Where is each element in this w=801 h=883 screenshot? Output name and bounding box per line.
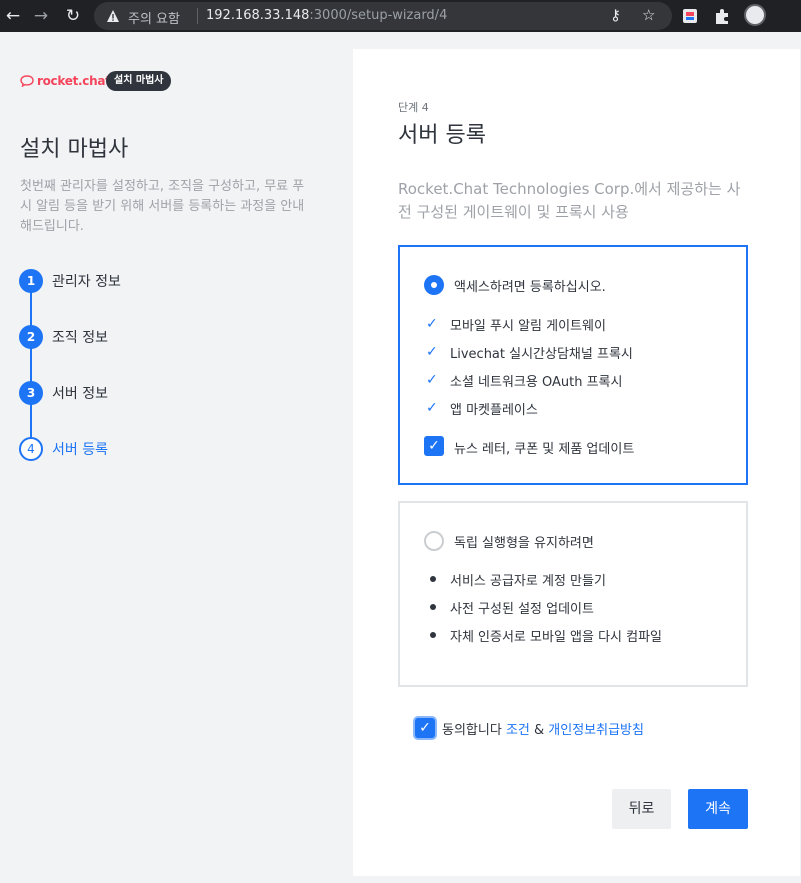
step-2: 2 조직 정보 bbox=[19, 325, 108, 349]
step-number: 1 bbox=[19, 269, 43, 293]
card-subtitle: Rocket.Chat Technologies Corp.에서 제공하는 사전… bbox=[398, 180, 741, 221]
puzzle-extensions-icon[interactable] bbox=[712, 6, 732, 26]
extension-app-icon[interactable] bbox=[680, 6, 700, 26]
warning-icon[interactable] bbox=[106, 9, 120, 23]
agree-text[interactable]: 동의합니다 bbox=[442, 723, 502, 738]
step-label: 서버 등록 bbox=[52, 442, 108, 458]
feature-text: 서비스 공급자로 계정 만들기 bbox=[450, 573, 606, 589]
feature-item: ✓ 앱 마켓플레이스 bbox=[426, 398, 538, 418]
logo-text: rocket.chat bbox=[37, 74, 111, 88]
privacy-policy-link[interactable]: 개인정보취급방침 bbox=[548, 723, 644, 738]
standalone-radio[interactable] bbox=[424, 531, 444, 551]
feature-item: 사전 구성된 설정 업데이트 bbox=[426, 597, 594, 617]
feature-item: 서비스 공급자로 계정 만들기 bbox=[426, 569, 606, 589]
terms-link[interactable]: 조건 bbox=[506, 723, 530, 738]
bookmark-star-icon[interactable]: ☆ bbox=[642, 6, 655, 24]
rocket-chat-logo-icon bbox=[20, 75, 34, 87]
omnibox-divider bbox=[197, 8, 198, 24]
ampersand: & bbox=[534, 723, 545, 738]
forward-arrow-icon[interactable]: → bbox=[30, 5, 52, 27]
security-warning-text[interactable]: 주의 요함 bbox=[128, 8, 180, 27]
step-1: 1 관리자 정보 bbox=[19, 269, 121, 293]
feature-text: 앱 마켓플레이스 bbox=[450, 402, 538, 418]
step-label: 서버 정보 bbox=[52, 386, 108, 402]
newsletter-checkbox[interactable]: ✓ bbox=[424, 436, 444, 456]
check-icon: ✓ bbox=[426, 344, 438, 360]
reload-icon[interactable]: ↻ bbox=[62, 5, 84, 27]
step-label: 관리자 정보 bbox=[52, 274, 121, 290]
step-number: 4 bbox=[19, 437, 43, 461]
feature-item: ✓ Livechat 실시간상담채널 프록시 bbox=[426, 342, 633, 362]
bullet-icon bbox=[426, 632, 442, 638]
rocket-chat-logo: rocket.chat bbox=[20, 72, 111, 90]
page-title: 설치 마법사 bbox=[20, 137, 129, 162]
back-arrow-icon[interactable]: ← bbox=[2, 5, 24, 27]
check-icon: ✓ bbox=[426, 372, 438, 388]
page-description: 첫번째 관리자를 설정하고, 조직을 구성하고, 무료 푸시 알림 등을 받기 … bbox=[20, 179, 305, 234]
url-host: 192.168.33.148 bbox=[206, 8, 310, 23]
standalone-option[interactable]: 독립 실행형을 유지하려면 서비스 공급자로 계정 만들기 사전 구성된 설정 … bbox=[398, 501, 748, 687]
back-button[interactable]: 뒤로 bbox=[612, 789, 671, 829]
feature-text: 모바일 푸시 알림 게이트웨이 bbox=[450, 318, 606, 334]
step-number: 3 bbox=[19, 381, 43, 405]
card-title: 서버 등록 bbox=[398, 123, 486, 148]
step-3: 3 서버 정보 bbox=[19, 381, 108, 405]
feature-item: ✓ 모바일 푸시 알림 게이트웨이 bbox=[426, 314, 606, 334]
profile-avatar[interactable] bbox=[744, 4, 766, 26]
address-bar[interactable]: 주의 요함 192.168.33.148:3000/setup-wizard/4… bbox=[94, 2, 672, 30]
browser-toolbar: ← → ↻ 주의 요함 192.168.33.148:3000/setup-wi… bbox=[0, 0, 801, 32]
feature-text: 자체 인증서로 모바일 앱을 다시 컴파일 bbox=[450, 629, 663, 645]
newsletter-label[interactable]: 뉴스 레터, 쿠폰 및 제품 업데이트 bbox=[454, 438, 634, 457]
step-number: 2 bbox=[19, 325, 43, 349]
register-radio[interactable] bbox=[424, 275, 444, 295]
register-server-card: 단계 4 서버 등록 Rocket.Chat Technologies Corp… bbox=[353, 49, 800, 876]
continue-button[interactable]: 계속 bbox=[688, 789, 748, 829]
step-indicator: 단계 4 bbox=[398, 101, 429, 114]
feature-text: Livechat 실시간상담채널 프록시 bbox=[450, 346, 633, 362]
check-icon: ✓ bbox=[426, 400, 438, 416]
url-path: :3000/setup-wizard/4 bbox=[309, 8, 448, 23]
feature-text: 소셜 네트워크용 OAuth 프록시 bbox=[450, 374, 623, 390]
step-progress-line bbox=[30, 290, 32, 450]
bullet-icon bbox=[426, 576, 442, 582]
feature-item: 자체 인증서로 모바일 앱을 다시 컴파일 bbox=[426, 625, 662, 645]
agree-label: 동의합니다 조건 & 개인정보취급방침 bbox=[442, 719, 644, 738]
check-icon: ✓ bbox=[426, 316, 438, 332]
step-4-current: 4 서버 등록 bbox=[19, 437, 108, 461]
agree-checkbox[interactable]: ✓ bbox=[415, 718, 435, 738]
setup-wizard-badge: 설치 마법사 bbox=[106, 71, 172, 91]
register-option[interactable]: 액세스하려면 등록하십시오. ✓ 모바일 푸시 알림 게이트웨이 ✓ Livec… bbox=[398, 245, 748, 485]
feature-text: 사전 구성된 설정 업데이트 bbox=[450, 601, 594, 617]
feature-item: ✓ 소셜 네트워크용 OAuth 프록시 bbox=[426, 370, 622, 390]
key-icon[interactable]: ⚷ bbox=[610, 6, 621, 24]
register-option-title[interactable]: 액세스하려면 등록하십시오. bbox=[454, 276, 606, 295]
standalone-option-title[interactable]: 독립 실행형을 유지하려면 bbox=[454, 532, 594, 551]
url-text[interactable]: 192.168.33.148:3000/setup-wizard/4 bbox=[206, 8, 447, 23]
step-label: 조직 정보 bbox=[52, 330, 108, 346]
bullet-icon bbox=[426, 604, 442, 610]
